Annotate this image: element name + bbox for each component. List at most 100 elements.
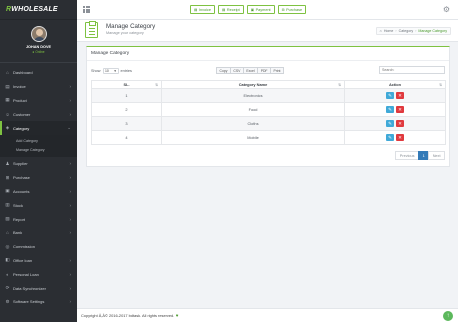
app-logo[interactable]: RWHOLESALE bbox=[6, 6, 58, 13]
sidebar-item-label: Bank bbox=[13, 230, 23, 236]
sidebar-item-label: Report bbox=[13, 216, 26, 222]
delete-button[interactable]: ✕ bbox=[396, 134, 404, 141]
pagination-next[interactable]: Next bbox=[428, 151, 445, 160]
chevron-right-icon: › bbox=[69, 97, 72, 103]
page-length-select[interactable]: 10 ▾ bbox=[102, 68, 119, 74]
sidebar-item-dashboard[interactable]: ⌂ Dashboard bbox=[0, 66, 77, 80]
sidebar-item-supplier[interactable]: ♟ Supplier › bbox=[0, 157, 77, 171]
commission-icon: ◎ bbox=[5, 243, 10, 249]
sidebar-item-personal-loan[interactable]: ◐ Personal Loan › bbox=[0, 267, 77, 281]
pagination-previous[interactable]: Previous bbox=[395, 151, 420, 160]
chevron-right-icon: › bbox=[69, 285, 72, 291]
submenu-item-add-category[interactable]: Add Category bbox=[0, 137, 77, 146]
delete-button[interactable]: ✕ bbox=[396, 92, 404, 99]
edit-button[interactable]: ✎ bbox=[386, 134, 394, 141]
export-excel-button[interactable]: Excel bbox=[242, 67, 259, 74]
stock-icon: ▥ bbox=[5, 202, 10, 208]
cell-action: ✎ ✕ bbox=[344, 102, 446, 117]
sidebar-item-purchase[interactable]: ⊞ Purchase › bbox=[0, 171, 77, 185]
scroll-top-button[interactable]: ↑ bbox=[443, 311, 453, 321]
sidebar-item-accounts[interactable]: ▣ Accounts › bbox=[0, 185, 77, 199]
delete-button[interactable]: ✕ bbox=[396, 106, 404, 113]
edit-button[interactable]: ✎ bbox=[386, 106, 394, 113]
search-input[interactable] bbox=[379, 66, 445, 74]
footer: Copyright Â,Â© 2016-2017 bdtask. All rig… bbox=[77, 308, 458, 322]
sidebar-item-software-settings[interactable]: ⚙ Software Settings › bbox=[0, 295, 77, 309]
invoice-button[interactable]: ▤ Invoice bbox=[190, 5, 215, 14]
bank-icon: ⌂ bbox=[6, 230, 9, 236]
column-header-action[interactable]: Action ⇅ bbox=[344, 80, 446, 89]
sidebar-item-label: Office loan bbox=[13, 257, 33, 263]
sidebar-item-label: Commission bbox=[13, 244, 36, 250]
sidebar-item-customer[interactable]: ☺ Customer › bbox=[0, 107, 77, 121]
table-header-row: SL. ⇅ Category Name ⇅ Action ⇅ bbox=[91, 80, 446, 89]
office-loan-icon: ◧ bbox=[5, 257, 10, 263]
close-icon: ✕ bbox=[398, 120, 402, 126]
sidebar-item-product[interactable]: ▦ Product › bbox=[0, 94, 77, 108]
sidebar-item-label: Personal Loan bbox=[13, 271, 39, 277]
export-pdf-button[interactable]: PDF bbox=[257, 67, 271, 74]
sync-icon: ⟳ bbox=[5, 285, 10, 291]
supplier-icon: ♟ bbox=[5, 160, 10, 166]
sidebar-item-category[interactable]: ◈ Category ⌄ bbox=[0, 121, 77, 135]
sidebar-item-commission[interactable]: ◎ Commission bbox=[0, 240, 77, 254]
chevron-down-icon: ⌄ bbox=[67, 125, 71, 131]
receipt-button[interactable]: ▤ Receipt bbox=[217, 5, 244, 14]
export-print-button[interactable]: Print bbox=[270, 67, 284, 74]
sidebar-item-label: Purchase bbox=[13, 175, 30, 181]
column-header-sl[interactable]: SL. ⇅ bbox=[91, 80, 162, 89]
pagination: Previous 1 Next bbox=[395, 151, 445, 160]
sidebar-item-office-loan[interactable]: ◧ Office loan › bbox=[0, 254, 77, 268]
chevron-right-icon: › bbox=[69, 161, 72, 167]
pencil-icon: ✎ bbox=[388, 106, 392, 112]
button-label: Invoice bbox=[198, 7, 211, 12]
row-actions: ✎ ✕ bbox=[345, 106, 445, 113]
menu-grid-icon[interactable] bbox=[83, 6, 90, 13]
breadcrumb-section[interactable]: Category bbox=[399, 29, 414, 33]
sidebar-item-label: Category bbox=[13, 125, 30, 131]
export-csv-button[interactable]: CSV bbox=[229, 67, 244, 74]
search-control bbox=[379, 66, 445, 74]
edit-button[interactable]: ✎ bbox=[386, 120, 394, 127]
sidebar-item-label: Product bbox=[13, 97, 27, 103]
sidebar-item-report[interactable]: ▧ Report › bbox=[0, 212, 77, 226]
cell-category-name: Mobile bbox=[161, 130, 345, 145]
column-header-category-name[interactable]: Category Name ⇅ bbox=[161, 80, 345, 89]
button-label: Payment bbox=[255, 7, 271, 12]
export-buttons: Copy CSV Excel PDF Print bbox=[216, 67, 284, 74]
submenu-item-manage-category[interactable]: Manage Category bbox=[0, 146, 77, 155]
sidebar-item-label: Supplier bbox=[13, 161, 28, 167]
delete-button[interactable]: ✕ bbox=[396, 120, 404, 127]
category-submenu: Add Category Manage Category bbox=[0, 134, 77, 157]
page-header: Manage Category Manage your category ⌂ H… bbox=[77, 20, 458, 42]
chevron-right-icon: › bbox=[69, 299, 72, 305]
purchase-button[interactable]: ⊞ Purchase bbox=[277, 5, 307, 14]
purchase-icon: ⊞ bbox=[281, 7, 285, 12]
sidebar-item-label: Stock bbox=[13, 202, 24, 208]
page-title: Manage Category bbox=[106, 23, 156, 30]
gear-icon[interactable]: ⚙ bbox=[443, 5, 450, 14]
sidebar-item-label: Software Settings bbox=[13, 299, 45, 305]
page-length-control: Show 10 ▾ entries bbox=[91, 68, 132, 74]
sidebar-item-bank[interactable]: ⌂ Bank › bbox=[0, 226, 77, 240]
payment-button[interactable]: ▣ Payment bbox=[246, 5, 275, 14]
receipt-icon: ▤ bbox=[221, 7, 226, 12]
page-subtitle: Manage your category bbox=[106, 31, 144, 35]
sidebar-item-stock[interactable]: ▥ Stock › bbox=[0, 198, 77, 212]
breadcrumb-home[interactable]: Home bbox=[384, 29, 394, 33]
sort-icon: ⇅ bbox=[439, 82, 442, 87]
chevron-right-icon: › bbox=[69, 230, 72, 236]
cell-action: ✎ ✕ bbox=[344, 130, 446, 145]
chevron-down-icon: ▾ bbox=[114, 69, 116, 73]
settings-icon: ⚙ bbox=[5, 298, 10, 304]
sidebar-item-data-synchronizer[interactable]: ⟳ Data Synchronizer › bbox=[0, 281, 77, 295]
close-icon: ✕ bbox=[398, 134, 402, 140]
edit-button[interactable]: ✎ bbox=[386, 92, 394, 99]
heart-icon: ♥ bbox=[175, 313, 179, 318]
avatar[interactable] bbox=[30, 26, 47, 42]
table-row: 1 Electronics ✎ ✕ bbox=[91, 88, 446, 103]
sidebar-item-invoice[interactable]: ▤ Invoice › bbox=[0, 80, 77, 94]
breadcrumb-current: Manage Category bbox=[418, 29, 447, 33]
category-icon: ◈ bbox=[5, 125, 10, 131]
export-copy-button[interactable]: Copy bbox=[216, 67, 231, 74]
